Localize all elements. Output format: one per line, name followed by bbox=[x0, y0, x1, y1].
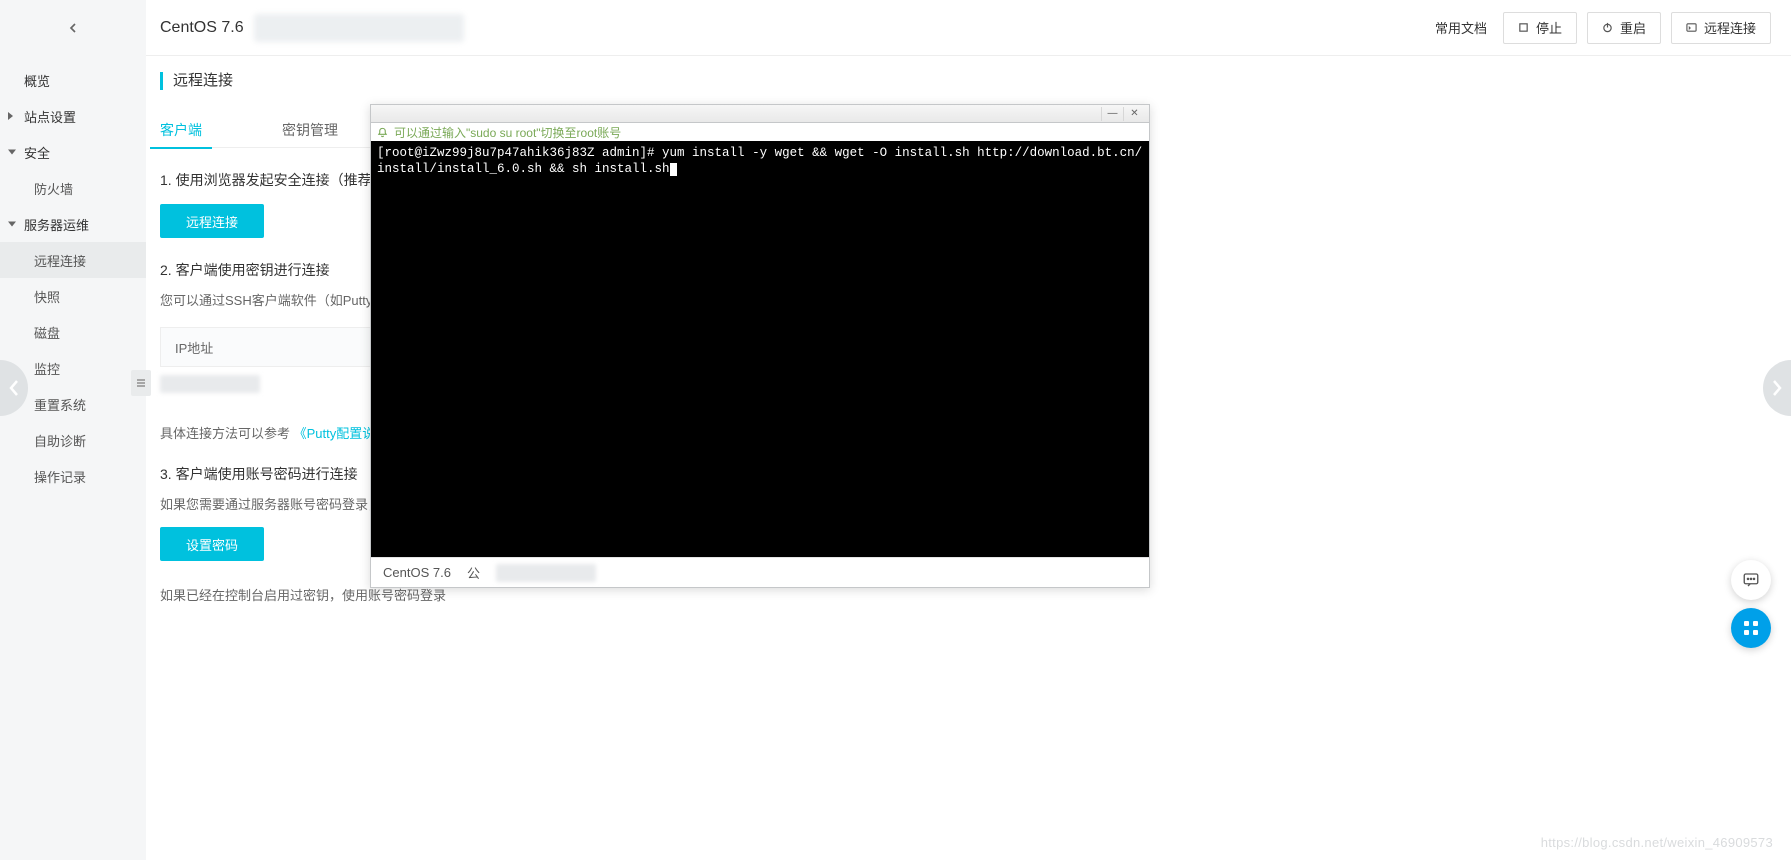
chevron-right-icon bbox=[1771, 379, 1783, 397]
sidebar-item-snapshot[interactable]: 快照 bbox=[0, 278, 146, 314]
sidebar-item-self-diagnose[interactable]: 自助诊断 bbox=[0, 422, 146, 458]
sidebar-item-site-settings[interactable]: 站点设置 bbox=[0, 98, 146, 134]
sidebar-item-firewall[interactable]: 防火墙 bbox=[0, 170, 146, 206]
sidebar-item-security[interactable]: 安全 bbox=[0, 134, 146, 170]
section-title: 远程连接 bbox=[160, 72, 1771, 90]
restart-button[interactable]: 重启 bbox=[1587, 12, 1661, 44]
terminal-prompt: [root@iZwz99j8u7p47ahik36j83Z admin]# bbox=[377, 146, 655, 160]
window-minimize-button[interactable]: — bbox=[1101, 107, 1123, 121]
set-password-button[interactable]: 设置密码 bbox=[160, 527, 264, 561]
caret-right-icon bbox=[8, 112, 13, 120]
power-icon bbox=[1602, 22, 1614, 34]
sidebar-item-remote-connect[interactable]: 远程连接 bbox=[0, 242, 146, 278]
restart-label: 重启 bbox=[1620, 18, 1646, 37]
stop-label: 停止 bbox=[1536, 18, 1562, 37]
tab-key-management[interactable]: 密钥管理 bbox=[282, 112, 338, 148]
terminal-status-net: 公 bbox=[467, 563, 480, 582]
page-title: CentOS 7.6 bbox=[160, 19, 244, 37]
subtitle-blurred bbox=[254, 14, 464, 42]
page-header: CentOS 7.6 常用文档 停止 重启 远程连接 bbox=[0, 0, 1791, 56]
apps-float-button[interactable] bbox=[1731, 608, 1771, 648]
watermark: https://blog.csdn.net/weixin_46909573 bbox=[1541, 835, 1773, 850]
terminal-body[interactable]: [root@iZwz99j8u7p47ahik36j83Z admin]# yu… bbox=[371, 141, 1149, 557]
terminal-hint: 可以通过输入"sudo su root"切换至root账号 bbox=[371, 123, 1149, 141]
terminal-status-blurred bbox=[496, 564, 596, 582]
sidebar-item-op-log[interactable]: 操作记录 bbox=[0, 458, 146, 494]
window-close-button[interactable]: ✕ bbox=[1123, 107, 1145, 121]
chevron-left-icon bbox=[65, 20, 81, 36]
terminal-titlebar[interactable]: — ✕ bbox=[371, 105, 1149, 123]
back-button[interactable] bbox=[0, 0, 146, 56]
chat-float-button[interactable] bbox=[1731, 560, 1771, 600]
sidebar: 概览 站点设置 安全 防火墙 服务器运维 远程连接 快照 磁盘 监控 重置系统 … bbox=[0, 56, 146, 860]
remote-label: 远程连接 bbox=[1704, 18, 1756, 37]
sidebar-item-disk[interactable]: 磁盘 bbox=[0, 314, 146, 350]
terminal-cursor bbox=[670, 163, 677, 176]
ip-value-blurred bbox=[160, 375, 260, 393]
chat-icon bbox=[1742, 571, 1760, 589]
bell-icon bbox=[377, 127, 388, 138]
header-actions: 常用文档 停止 重启 远程连接 bbox=[1435, 12, 1791, 44]
stop-icon bbox=[1518, 22, 1530, 34]
grid-icon bbox=[1743, 620, 1759, 636]
remote-connect-header-button[interactable]: 远程连接 bbox=[1671, 12, 1771, 44]
ip-address-box: IP地址 bbox=[160, 327, 380, 367]
chevron-left-icon bbox=[8, 379, 20, 397]
docs-link[interactable]: 常用文档 bbox=[1435, 18, 1487, 37]
terminal-status-bar: CentOS 7.6 公 bbox=[371, 557, 1149, 587]
remote-connect-button[interactable]: 远程连接 bbox=[160, 204, 264, 238]
sidebar-item-overview[interactable]: 概览 bbox=[0, 62, 146, 98]
stop-button[interactable]: 停止 bbox=[1503, 12, 1577, 44]
terminal-status-os: CentOS 7.6 bbox=[383, 565, 451, 580]
tab-client[interactable]: 客户端 bbox=[160, 112, 202, 148]
caret-down-icon bbox=[8, 222, 16, 227]
terminal-icon bbox=[1686, 22, 1698, 34]
caret-down-icon bbox=[8, 150, 16, 155]
sidebar-item-server-ops[interactable]: 服务器运维 bbox=[0, 206, 146, 242]
terminal-window: — ✕ 可以通过输入"sudo su root"切换至root账号 [root@… bbox=[370, 104, 1150, 588]
